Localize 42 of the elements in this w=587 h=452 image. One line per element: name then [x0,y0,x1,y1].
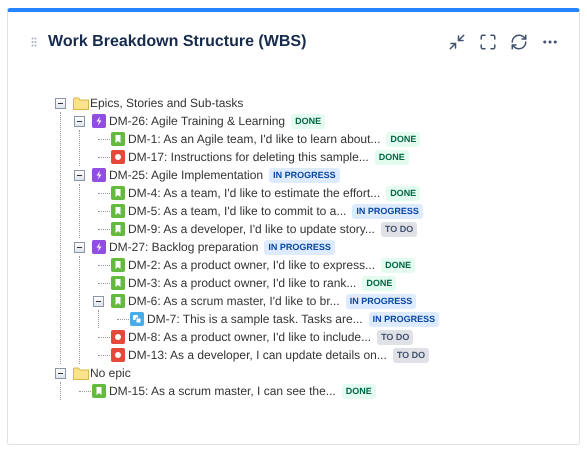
collapse-toggle[interactable] [55,98,66,108]
collapse-toggle[interactable] [55,368,66,378]
tree-item-label[interactable]: DM-6: As a scrum master, I'd like to br... [128,292,340,310]
status-label: DONE [291,114,326,128]
tree-item-label[interactable]: No epic [90,364,131,382]
tree-item-label[interactable]: DM-1: As an Agile team, I'd like to learn about... [128,130,380,148]
tree-item-label[interactable]: DM-7: This is a sample task. Tasks are... [147,310,363,328]
collapse-toggle[interactable] [74,170,85,180]
collapse-toggle[interactable] [93,296,104,306]
tree-item-label[interactable]: DM-25: Agile Implementation [109,166,264,184]
tree-item-label[interactable]: Epics, Stories and Sub-tasks [90,94,244,112]
panel-title: Work Breakdown Structure (WBS) [48,32,306,52]
status-label: DONE [362,276,396,290]
status-label: TO DO [377,330,414,344]
tree-item-label[interactable]: DM-4: As a team, I'd like to estimate the effort... [128,184,380,202]
minimize-icon[interactable] [448,33,466,51]
tree-item-label[interactable]: DM-17: Instructions for deleting this sample... [128,148,369,166]
status-label: IN PROGRESS [346,294,416,308]
status-label: IN PROGRESS [264,240,335,254]
status-label: IN PROGRESS [269,168,340,182]
status-label: TO DO [380,222,418,236]
fullscreen-icon[interactable] [479,33,497,51]
status-label: DONE [374,150,409,164]
tree-item-label[interactable]: DM-8: As a product owner, I'd like to include... [128,328,372,346]
status-label: DONE [386,132,420,146]
status-label: IN PROGRESS [352,204,423,218]
status-label: DONE [381,258,416,272]
tree-item-label[interactable]: DM-13: As a developer, I can update details on... [128,346,387,364]
tree-item-label[interactable]: DM-26: Agile Training & Learning [109,112,286,130]
tree-item-label[interactable]: DM-3: As a product owner, I'd like to rank... [128,274,356,292]
status-label: IN PROGRESS [368,312,440,326]
tree-item-label[interactable]: DM-2: As a product owner, I'd like to express... [128,256,376,274]
tree-item-label[interactable]: DM-5: As a team, I'd like to commit to a... [128,202,346,220]
status-label: TO DO [392,348,430,362]
status-label: DONE [386,186,420,200]
collapse-toggle[interactable] [74,242,85,252]
tree-item-label[interactable]: DM-15: As a scrum master, I can see the... [109,382,336,400]
refresh-icon[interactable] [510,33,528,51]
collapse-toggle[interactable] [74,116,85,126]
tree-item-label[interactable]: DM-9: As a developer, I'd like to update story... [128,220,375,238]
tree-item-label[interactable]: DM-27: Backlog preparation [109,238,258,256]
status-label: DONE [342,384,376,398]
